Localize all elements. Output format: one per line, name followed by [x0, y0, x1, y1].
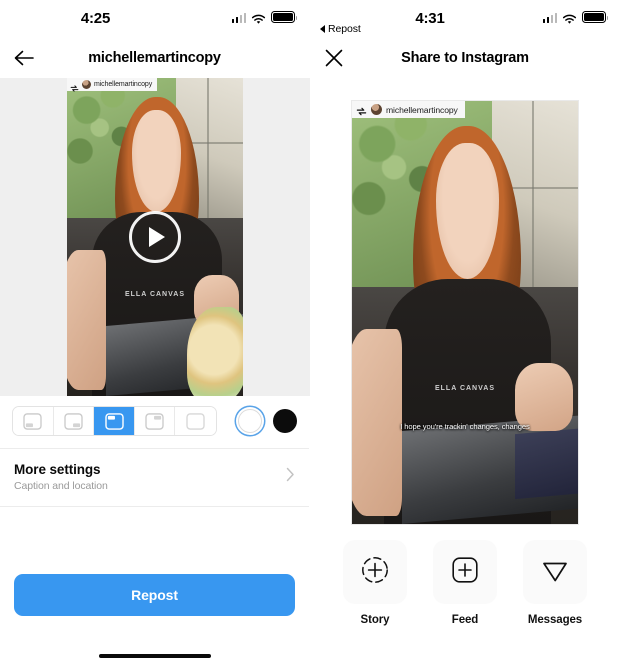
- attribution-badge: michellemartincopy: [352, 101, 465, 118]
- video-preview-area[interactable]: ELLA CANVAS michellemartincopy: [0, 78, 310, 396]
- more-settings-row[interactable]: More settings Caption and location: [0, 449, 309, 506]
- chevron-right-icon: [286, 467, 295, 487]
- attribution-position-row: [0, 396, 309, 448]
- repost-button[interactable]: Repost: [14, 574, 295, 616]
- feed-add-icon: [450, 555, 480, 590]
- back-triangle-icon: [320, 25, 325, 33]
- video-thumbnail[interactable]: ELLA CANVAS michellemartincopy: [67, 78, 243, 396]
- preview-frame-image: ELLA CANVAS I hope you're trackin' chang…: [352, 101, 578, 524]
- repost-icon: [356, 104, 367, 116]
- avatar: [371, 104, 382, 115]
- nav-bar-right: Share to Instagram: [310, 38, 620, 78]
- share-option-feed-card[interactable]: [433, 540, 497, 604]
- close-icon[interactable]: [322, 46, 346, 70]
- more-settings-subtitle: Caption and location: [14, 480, 108, 492]
- shirt-text: ELLA CANVAS: [124, 290, 185, 298]
- attribution-position-top-left[interactable]: [94, 407, 135, 435]
- share-option-messages-card[interactable]: [523, 540, 587, 604]
- attribution-position-top-right[interactable]: [134, 407, 176, 435]
- dual-screen-container: 4:25 michellemartincopy ELLA CANVAS mich…: [0, 0, 620, 672]
- repost-icon: [70, 80, 79, 92]
- share-options-row: Story Feed Messages: [310, 540, 620, 626]
- status-bar-right: 4:31 Repost: [310, 0, 620, 38]
- share-option-feed-label: Feed: [451, 614, 479, 626]
- nav-bar-left: michellemartincopy: [0, 38, 309, 78]
- page-title: Share to Instagram: [401, 50, 529, 66]
- color-swatch-white[interactable]: [238, 409, 262, 433]
- back-arrow-icon[interactable]: [12, 46, 36, 70]
- avatar: [82, 80, 91, 89]
- share-option-messages[interactable]: Messages: [523, 540, 587, 626]
- attribution-position-none[interactable]: [175, 407, 216, 435]
- status-back-label: Repost: [328, 23, 361, 35]
- repost-editor-screen: 4:25 michellemartincopy ELLA CANVAS mich…: [0, 0, 310, 672]
- attribution-badge: michellemartincopy: [67, 78, 158, 92]
- story-preview[interactable]: ELLA CANVAS I hope you're trackin' chang…: [351, 100, 579, 525]
- attribution-color-swatches: [238, 409, 297, 433]
- more-settings-title: More settings: [14, 462, 101, 477]
- share-option-messages-label: Messages: [527, 614, 583, 626]
- battery-icon: [582, 11, 609, 23]
- share-option-story[interactable]: Story: [343, 540, 407, 626]
- story-add-icon: [360, 555, 390, 590]
- share-option-feed[interactable]: Feed: [433, 540, 497, 626]
- cellular-signal-icon: [542, 12, 557, 23]
- play-icon[interactable]: [129, 211, 181, 263]
- home-indicator: [98, 654, 211, 658]
- preview-caption: I hope you're trackin' changes, changes: [400, 421, 530, 431]
- shirt-text: ELLA CANVAS: [434, 385, 495, 393]
- share-option-story-card[interactable]: [343, 540, 407, 604]
- attribution-position-selector[interactable]: [12, 406, 217, 436]
- status-back-to-repost[interactable]: Repost: [320, 23, 361, 35]
- attribution-username: michellemartincopy: [386, 104, 458, 115]
- preview-wrap: ELLA CANVAS I hope you're trackin' chang…: [310, 78, 620, 525]
- paper-plane-icon: [540, 555, 570, 590]
- divider-bottom: [0, 506, 309, 507]
- wifi-icon: [562, 12, 577, 24]
- share-option-story-label: Story: [360, 614, 390, 626]
- attribution-position-bottom-left[interactable]: [13, 407, 54, 435]
- share-to-instagram-screen: 4:31 Repost Share to Instagram ELLA CANV…: [310, 0, 620, 672]
- color-swatch-black[interactable]: [273, 409, 297, 433]
- repost-cta-wrap: Repost: [0, 574, 309, 616]
- status-icons: [542, 11, 609, 24]
- attribution-username: michellemartincopy: [94, 81, 153, 88]
- page-title: michellemartincopy: [88, 50, 221, 66]
- attribution-position-bottom-right[interactable]: [53, 407, 95, 435]
